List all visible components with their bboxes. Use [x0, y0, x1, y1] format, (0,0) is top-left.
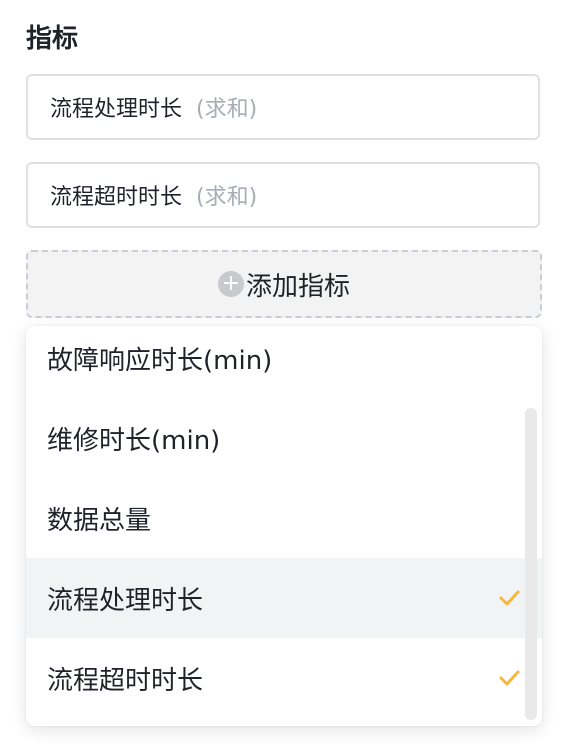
dropdown-option-selected[interactable]: 流程超时时长 [26, 638, 542, 718]
check-icon [499, 590, 520, 606]
dropdown-option[interactable]: 故障响应时长(min) [26, 326, 542, 398]
dropdown-option-selected[interactable]: 流程处理时长 [26, 558, 542, 638]
metric-name: 流程超时时长 [50, 185, 183, 210]
metric-aggregation: (求和) [196, 185, 258, 210]
metric-field-2[interactable]: 流程超时时长 (求和) [26, 162, 540, 228]
add-metric-button[interactable]: + 添加指标 [26, 250, 542, 318]
add-metric-label: 添加指标 [245, 271, 350, 302]
metric-dropdown: 故障响应时长(min) 维修时长(min) 数据总量 流程处理时长 流程超时时长 [26, 326, 542, 726]
section-title: 指标 [26, 24, 79, 54]
plus-circle-icon: + [217, 271, 244, 297]
option-label: 流程超时时长 [47, 665, 204, 696]
option-label: 流程处理时长 [47, 585, 204, 616]
option-label: 故障响应时长(min) [47, 345, 273, 376]
metrics-panel: 指标 流程处理时长 (求和) 流程超时时长 (求和) + 添加指标 故障响应时长… [0, 0, 570, 752]
dropdown-option[interactable]: 维修时长(min) [26, 398, 542, 478]
dropdown-scrollbar[interactable] [525, 408, 537, 720]
option-label: 维修时长(min) [47, 425, 221, 456]
option-label: 数据总量 [47, 505, 152, 536]
metric-field-1[interactable]: 流程处理时长 (求和) [26, 74, 540, 140]
dropdown-option[interactable]: 数据总量 [26, 478, 542, 558]
metric-aggregation: (求和) [196, 97, 258, 122]
check-icon [499, 670, 520, 686]
metric-name: 流程处理时长 [50, 97, 183, 122]
